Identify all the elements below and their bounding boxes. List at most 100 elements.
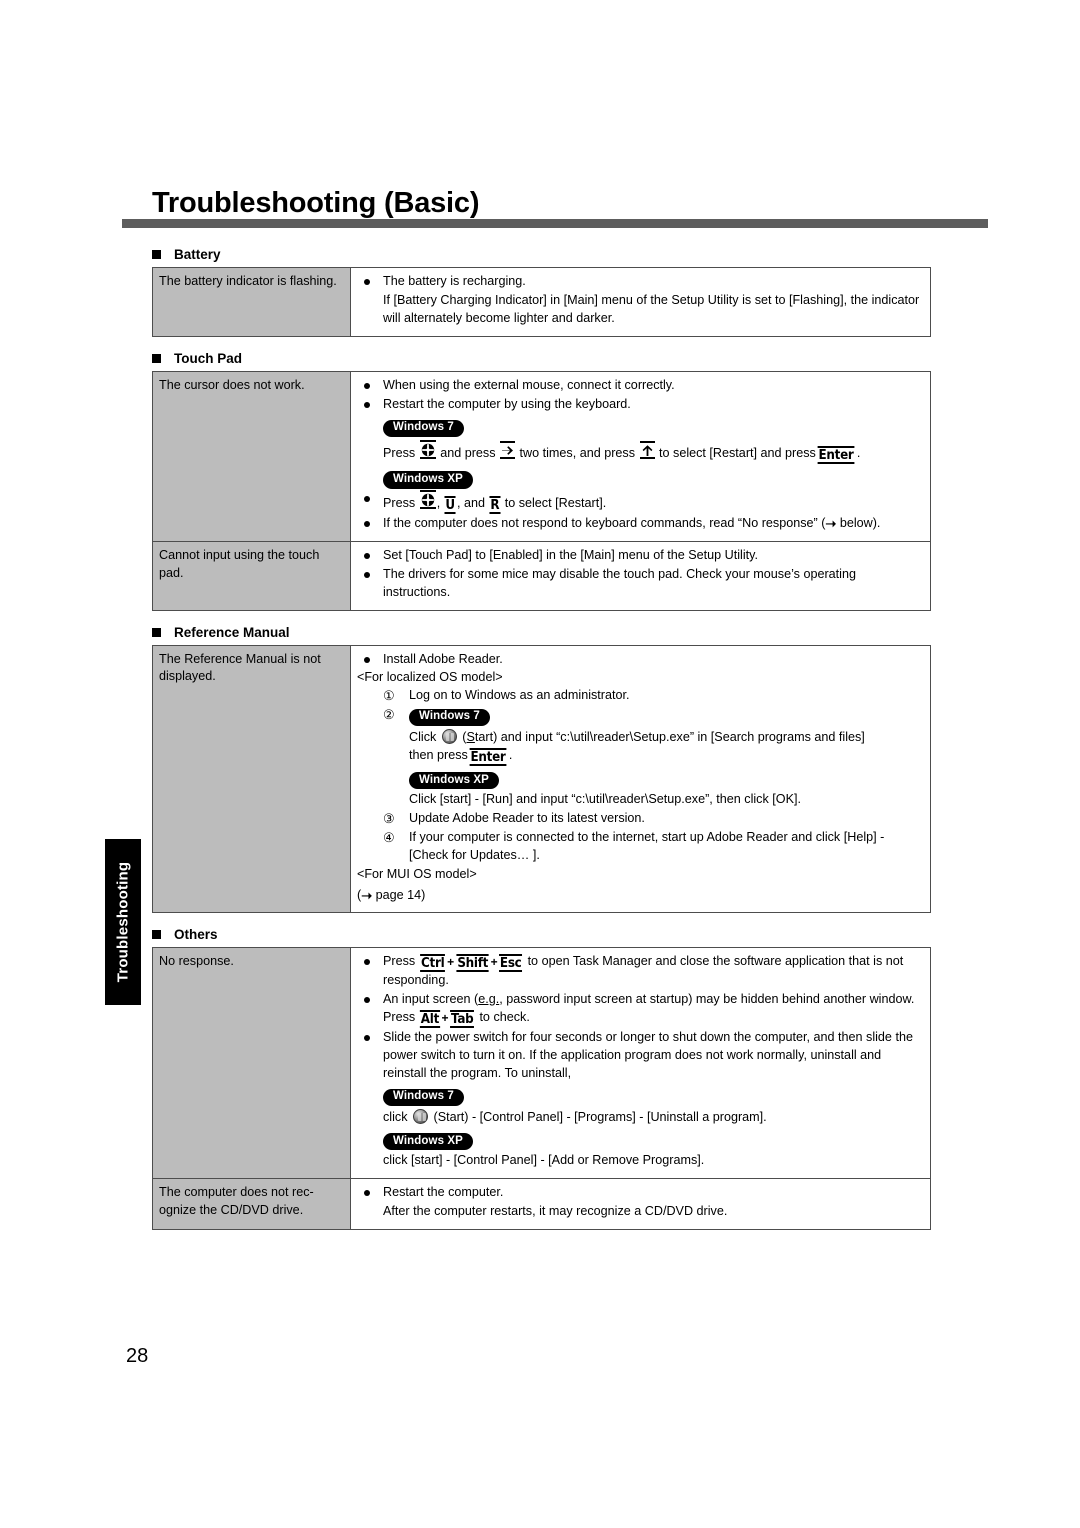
instruction-text: and press xyxy=(440,445,496,460)
tab-key: Tab xyxy=(450,1009,475,1028)
r-key: R xyxy=(489,495,501,514)
step-number: ① xyxy=(383,688,395,704)
list-item: When using the external mouse, connect i… xyxy=(357,377,924,395)
badge-row: Windows XP xyxy=(383,469,924,489)
list-item: ① Log on to Windows as an administrator. xyxy=(357,687,924,705)
instruction-text: (Start) - [Control Panel] - [Programs] -… xyxy=(433,1109,767,1124)
list-item: Install Adobe Reader. xyxy=(357,651,924,669)
shift-key: Shift xyxy=(456,954,489,973)
list-item: Restart the computer by using the keyboa… xyxy=(357,396,924,489)
windows-xp-badge: Windows XP xyxy=(383,1133,473,1151)
symptom-cell: No response. xyxy=(152,947,351,1180)
accelerator-letter: S xyxy=(466,729,475,744)
step-number: ② xyxy=(383,707,395,723)
instruction-text: Press xyxy=(383,495,416,510)
ctrl-key: Ctrl xyxy=(420,954,446,973)
step-number: ④ xyxy=(383,829,395,845)
enter-key: Enter xyxy=(817,445,855,464)
list-item: An input screen (e.g., password input sc… xyxy=(357,991,924,1028)
section-heading-label: Battery xyxy=(174,247,221,262)
solution-cell: Restart the computer. After the computer… xyxy=(350,1178,931,1231)
instruction-text: to check. xyxy=(479,1009,530,1024)
instruction-text: . xyxy=(508,747,513,762)
section-heading-touch-pad: Touch Pad xyxy=(152,350,931,367)
enter-key: Enter xyxy=(469,747,507,766)
symptom-cell: The Reference Manual is not displayed. xyxy=(152,644,351,914)
table-row: No response. Press Ctrl + Shift + Esc to ope… xyxy=(152,947,931,1180)
list-item: After the computer restarts, it may reco… xyxy=(383,1204,728,1219)
step-text: If your computer is connected to the int… xyxy=(409,829,885,862)
windows-start-orb-icon xyxy=(441,728,457,744)
table-row: The cursor does not work. When using the… xyxy=(152,370,931,542)
list-item: Press , U, and R to select [Restart]. xyxy=(357,489,924,514)
plus-sign: + xyxy=(447,955,455,970)
windows-7-badge: Windows 7 xyxy=(383,419,464,437)
instruction-text: to select [Restart]. xyxy=(504,495,607,510)
solution-list: The battery is recharging. If [Battery C… xyxy=(357,273,924,328)
table-row: Cannot input using the touch pad. Set [T… xyxy=(152,540,931,611)
solution-cell: Install Adobe Reader. <For localized OS … xyxy=(350,644,931,914)
symptom-cell: The battery indicator is flashing. xyxy=(152,267,351,337)
symptom-cell: The computer does not rec- ognize the CD… xyxy=(152,1178,351,1231)
step-text: Update Adobe Reader to its latest versio… xyxy=(409,811,645,826)
solution-list: When using the external mouse, connect i… xyxy=(357,377,924,533)
right-arrow-key-icon xyxy=(500,440,516,459)
emphasis-text: e.g. xyxy=(478,991,500,1006)
plus-sign: + xyxy=(490,955,498,970)
plus-sign: + xyxy=(441,1010,449,1025)
solution-cell: Press Ctrl + Shift + Esc to open Task Manage… xyxy=(350,947,931,1180)
instruction-text: , and xyxy=(456,495,485,510)
instruction-text: Press xyxy=(383,954,416,969)
windows-xp-badge: Windows XP xyxy=(409,772,499,790)
numbered-steps: ① Log on to Windows as an administrator.… xyxy=(357,687,924,864)
up-arrow-key-icon xyxy=(639,440,655,459)
instruction-text: , xyxy=(436,495,441,510)
windows-key-icon xyxy=(419,489,436,509)
chapter-side-tab-label: Troubleshooting xyxy=(114,861,132,983)
badge-row: Windows XP xyxy=(409,770,924,790)
list-item: Slide the power switch for four seconds … xyxy=(357,1029,924,1171)
instruction-text: Click xyxy=(409,729,437,744)
right-arrow-icon: ➝ xyxy=(361,887,373,903)
solution-list: Install Adobe Reader. xyxy=(357,651,924,669)
square-bullet-icon xyxy=(152,353,161,363)
solution-cell: Set [Touch Pad] to [Enabled] in the [Mai… xyxy=(350,540,931,611)
content-column: Battery The battery indicator is flashin… xyxy=(152,246,931,1231)
symptom-cell: The cursor does not work. xyxy=(152,370,351,542)
solution-cell: The battery is recharging. If [Battery C… xyxy=(350,267,931,337)
solution-list: Press Ctrl + Shift + Esc to open Task Manage… xyxy=(357,953,924,1170)
instruction-text: tart) and input “c:\util\reader\Setup.ex… xyxy=(474,729,865,744)
instruction-text: Slide the power switch for four seconds … xyxy=(383,1029,913,1080)
solution-list: Restart the computer. After the computer… xyxy=(357,1184,924,1221)
square-bullet-icon xyxy=(152,250,161,259)
instruction-text: then press xyxy=(409,747,468,762)
section-heading-label: Reference Manual xyxy=(174,624,290,640)
badge-row: Windows XP xyxy=(383,1131,924,1151)
windows-7-badge: Windows 7 xyxy=(383,1088,464,1106)
os-note-localized: <For localized OS model> xyxy=(357,670,503,685)
section-heading-label: Touch Pad xyxy=(174,350,243,366)
table-touch-pad: The cursor does not work. When using the… xyxy=(152,370,931,611)
right-arrow-icon: ➝ xyxy=(825,515,837,531)
list-item: Restart the computer. xyxy=(357,1184,924,1202)
solution-list: Set [Touch Pad] to [Enabled] in the [Mai… xyxy=(357,547,924,602)
square-bullet-icon xyxy=(152,627,161,637)
table-row: The Reference Manual is not displayed. I… xyxy=(152,644,931,914)
chapter-side-tab: Troubleshooting xyxy=(105,839,141,1005)
windows-start-orb-icon xyxy=(413,1108,428,1124)
section-heading-others: Others xyxy=(152,926,931,943)
page-number: 28 xyxy=(126,1345,149,1367)
table-row: The computer does not rec- ognize the CD… xyxy=(152,1178,931,1231)
instruction-line: click [start] - [Control Panel] - [Add o… xyxy=(383,1153,705,1168)
solution-cell: When using the external mouse, connect i… xyxy=(350,370,931,542)
section-heading-reference-manual: Reference Manual xyxy=(152,624,931,641)
page-reference-label: page xyxy=(375,887,404,902)
section-heading-battery: Battery xyxy=(152,246,931,263)
list-item: The battery is recharging. xyxy=(357,273,924,291)
windows-xp-badge: Windows XP xyxy=(383,471,473,489)
page-reference: (➝ page 14) xyxy=(357,887,924,905)
badge-row: Windows 7 xyxy=(383,417,924,437)
alt-key: Alt xyxy=(420,1009,441,1028)
list-item: ② Windows 7 Click (Start) and input “c:\… xyxy=(357,706,924,809)
list-item: ④ If your computer is connected to the i… xyxy=(357,829,924,865)
